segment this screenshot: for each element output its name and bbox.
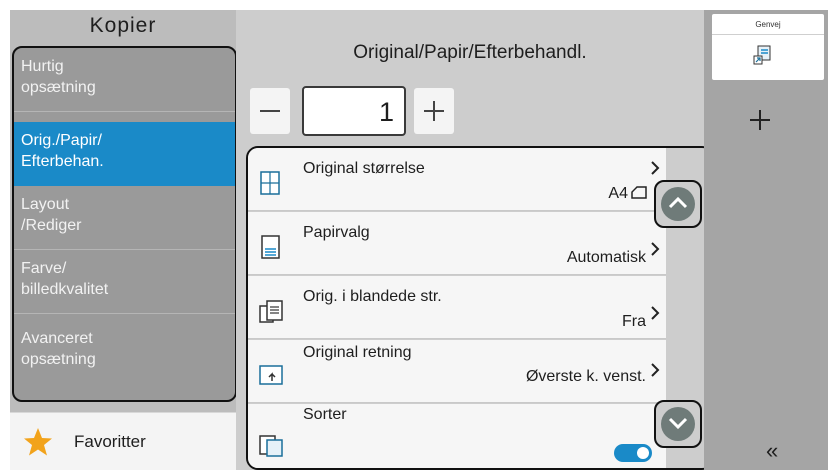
mixed-size-icon [259, 300, 283, 323]
shortcut-panel: Genvej « [704, 10, 828, 470]
settings-list: Original størrelse A4 Papirvalg Automati… [246, 146, 714, 470]
add-shortcut-button[interactable] [740, 100, 780, 140]
sidebar-item-color-image-quality[interactable]: Farve/ billedkvalitet [14, 250, 235, 314]
orientation-icon [259, 365, 283, 385]
sidebar-item-label: opsætning [21, 351, 96, 368]
setting-label: Original retning [303, 344, 412, 361]
sidebar-item-label: opsætning [21, 79, 96, 96]
favorites-label: Favoritter [74, 432, 146, 451]
paper-orientation-icon [631, 186, 647, 199]
sidebar-item-label: Efterbehan. [21, 153, 104, 170]
shortcut-icon [753, 45, 771, 65]
scroll-down-button[interactable] [654, 400, 702, 448]
quantity-value: 1 [378, 97, 394, 127]
quantity-field[interactable]: 1 [302, 86, 406, 136]
sidebar-item-label: Layout [21, 196, 70, 213]
shortcut-button[interactable]: Genvej [712, 14, 824, 80]
sidebar-item-label: /Rediger [21, 217, 82, 234]
sidebar-item-label: billedkvalitet [21, 281, 109, 298]
collate-toggle[interactable] [614, 444, 652, 462]
setting-label: Sorter [303, 406, 347, 423]
sidebar-item-layout-edit[interactable]: Layout /Rediger [14, 186, 235, 250]
sidebar: Kopier Hurtig opsætning Orig./Papir/ Eft… [10, 10, 237, 470]
setting-value: Fra [622, 313, 646, 330]
setting-label: Original størrelse [303, 160, 425, 177]
main-panel: Original/Papir/Efterbehandl. 1 Original … [236, 10, 714, 470]
setting-paper-select[interactable]: Papirvalg Automatisk [248, 212, 666, 275]
chevron-down-icon [668, 417, 688, 430]
chevron-right-icon [651, 306, 660, 320]
increase-quantity-button[interactable] [414, 88, 454, 134]
chevron-right-icon [651, 161, 660, 175]
chevron-right-icon [651, 363, 660, 377]
shortcut-label: Genvej [755, 20, 781, 29]
sidebar-title: Kopier [89, 14, 157, 37]
setting-value: A4 [608, 185, 628, 202]
sidebar-item-orig-paper-finishing[interactable]: Orig./Papir/ Efterbehan. [14, 122, 235, 186]
setting-value: Automatisk [566, 249, 646, 266]
sidebar-item-quick-setup[interactable]: Hurtig opsætning [14, 48, 235, 112]
paper-select-icon [261, 235, 280, 259]
original-size-icon [260, 171, 280, 195]
page-title: Original/Papir/Efterbehandl. [353, 42, 587, 63]
sidebar-menu: Hurtig opsætning Orig./Papir/ Efterbehan… [12, 46, 237, 402]
star-icon [24, 428, 52, 456]
chevron-right-icon [651, 242, 660, 256]
sidebar-item-label: Hurtig [21, 58, 64, 75]
favorites-button[interactable]: Favoritter [10, 412, 236, 470]
sidebar-item-label: Orig./Papir/ [21, 132, 102, 149]
chevron-up-icon [668, 196, 688, 209]
scroll-up-button[interactable] [654, 180, 702, 228]
setting-label: Orig. i blandede str. [303, 288, 442, 305]
setting-original-orientation[interactable]: Original retning Øverste k. venst. [248, 340, 666, 403]
sidebar-item-label: Farve/ [21, 260, 67, 277]
setting-label: Papirvalg [303, 224, 370, 241]
setting-original-size[interactable]: Original størrelse A4 [248, 148, 666, 211]
decrease-quantity-button[interactable] [250, 88, 290, 134]
setting-mixed-size-originals[interactable]: Orig. i blandede str. Fra [248, 276, 666, 339]
setting-value: Øverste k. venst. [525, 368, 646, 385]
collate-icon [259, 435, 283, 457]
sidebar-item-label: Avanceret [21, 330, 93, 347]
sidebar-item-advanced-setup[interactable]: Avanceret opsætning [14, 314, 235, 400]
setting-collate[interactable]: Sorter [248, 404, 666, 468]
collapse-panel-button[interactable]: « [766, 438, 778, 464]
